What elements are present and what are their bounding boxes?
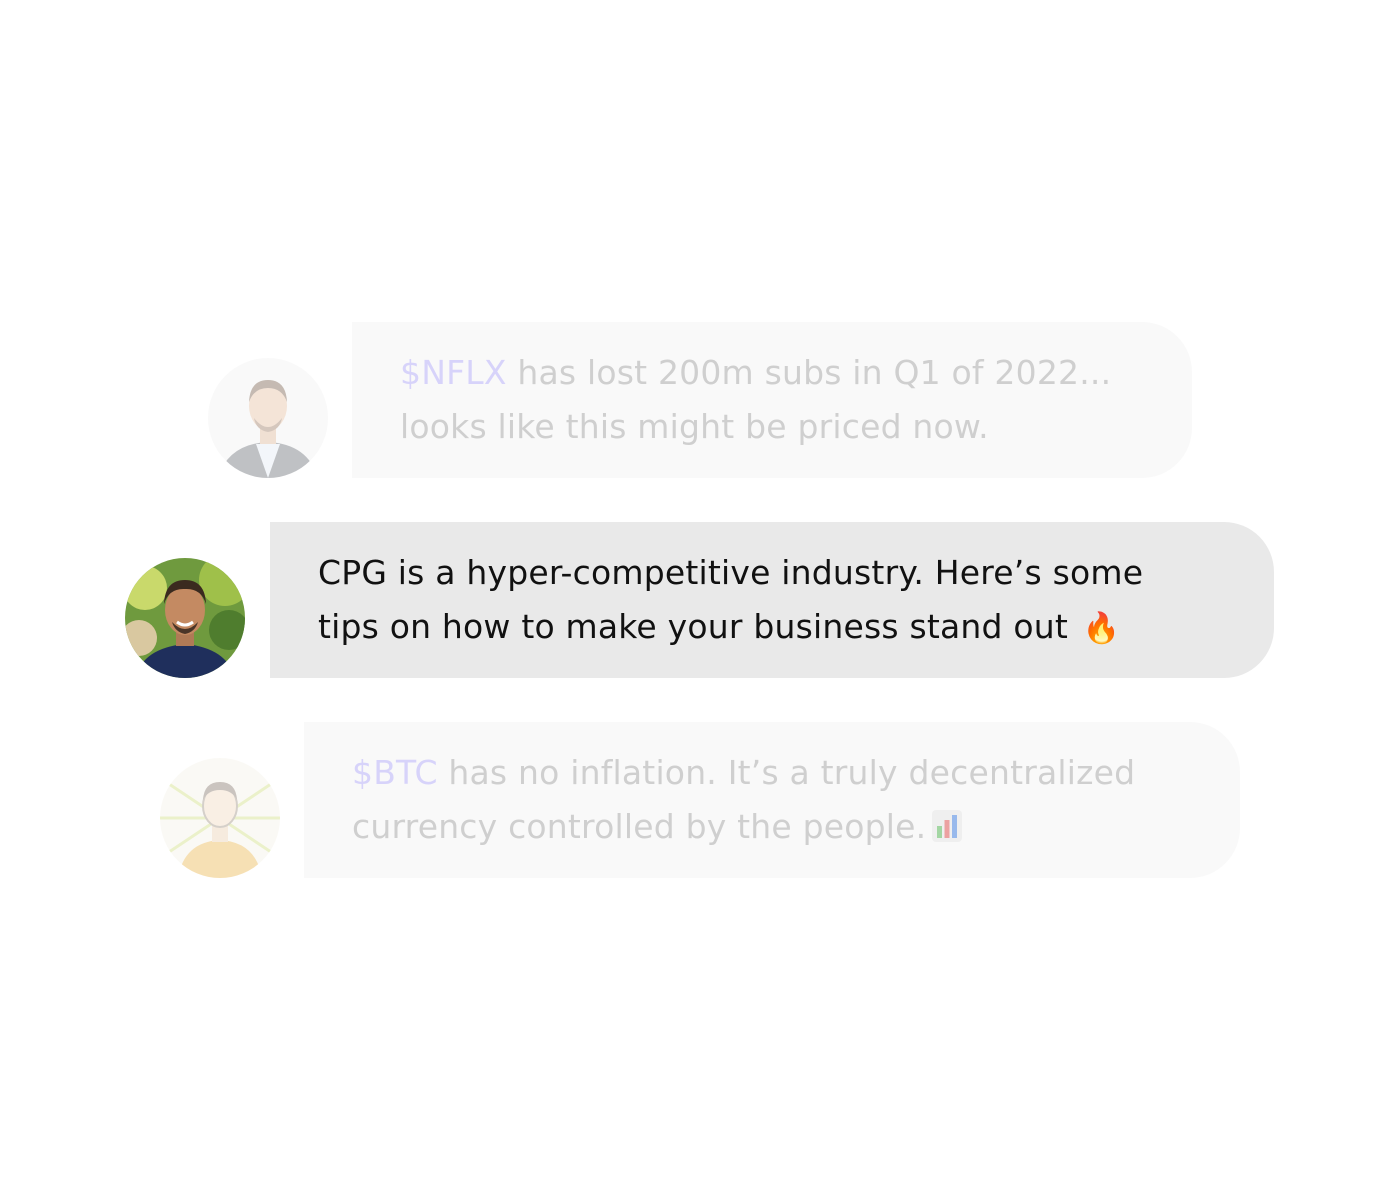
avatar-person-icon	[125, 558, 245, 678]
message-line: tips on how to make your business stand …	[318, 600, 1234, 656]
avatar-user-3[interactable]	[160, 758, 280, 878]
message-text: has lost 200m subs in Q1 of 2022...	[506, 353, 1112, 392]
ticker-link[interactable]: $NFLX	[400, 353, 507, 392]
message-bubble[interactable]: $NFLX has lost 200m subs in Q1 of 2022..…	[352, 322, 1192, 478]
message-bubble[interactable]: CPG is a hyper-competitive industry. Her…	[270, 522, 1274, 678]
avatar-person-icon	[208, 358, 328, 478]
ticker-link[interactable]: $BTC	[352, 753, 438, 792]
message-text: currency controlled by the people.	[352, 807, 927, 846]
avatar-user-2[interactable]	[125, 558, 245, 678]
fire-icon: 🔥	[1082, 611, 1121, 646]
avatar-illustration-icon	[160, 758, 280, 878]
bar-chart-icon	[932, 810, 963, 842]
message-text: has no inflation. It’s a truly decentral…	[437, 753, 1136, 792]
message-line: CPG is a hyper-competitive industry. Her…	[318, 553, 1144, 592]
message-bubble[interactable]: $BTC has no inflation. It’s a truly dece…	[304, 722, 1240, 878]
message-line: $BTC has no inflation. It’s a truly dece…	[352, 746, 1200, 800]
avatar-user-1[interactable]	[208, 358, 328, 478]
message-line: $NFLX has lost 200m subs in Q1 of 2022..…	[400, 346, 1152, 400]
message-text: tips on how to make your business stand …	[318, 607, 1068, 646]
message-line: currency controlled by the people.	[352, 800, 1200, 854]
message-line: looks like this might be priced now.	[400, 407, 989, 446]
